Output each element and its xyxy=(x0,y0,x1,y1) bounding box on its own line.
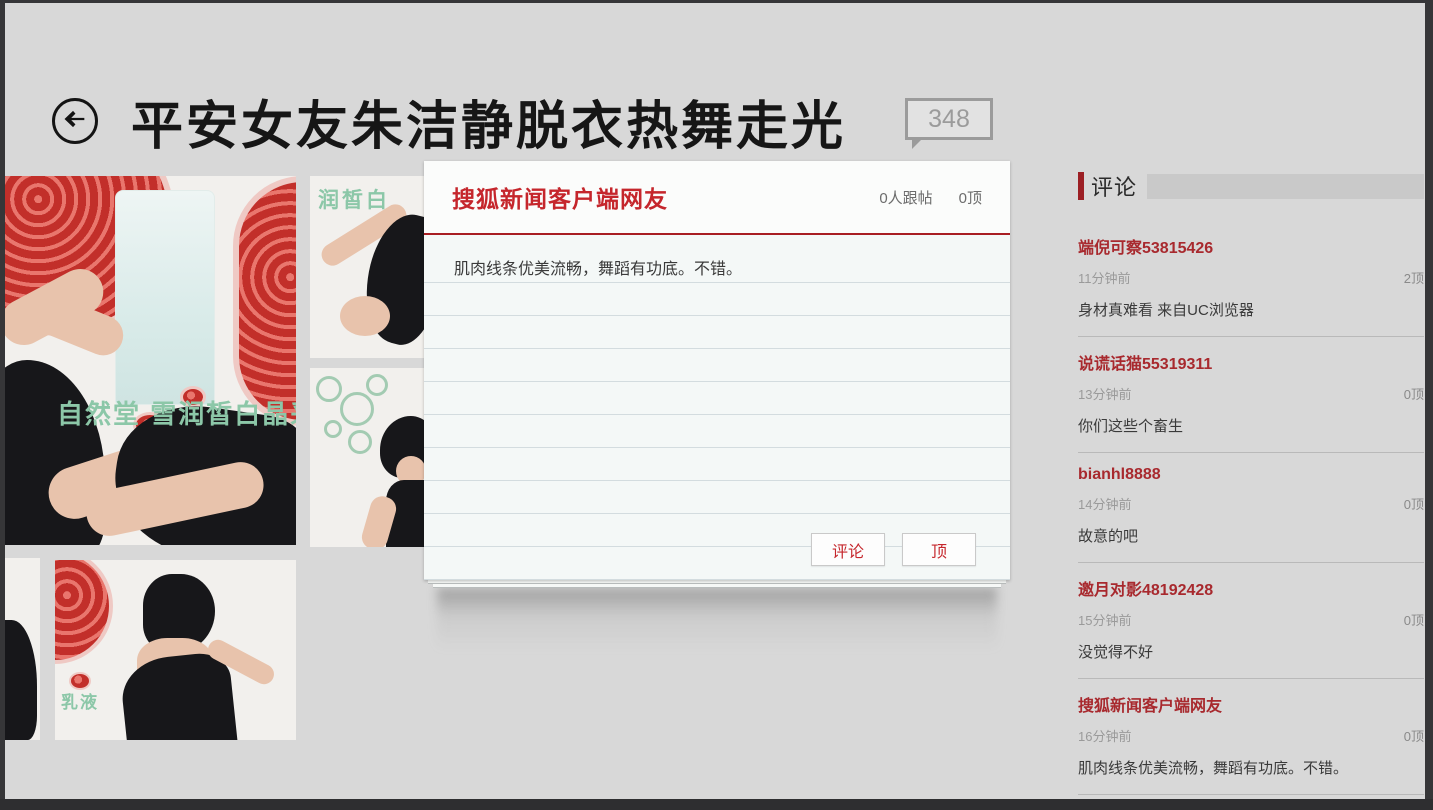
comment-username: bianhl8888 xyxy=(1078,466,1161,483)
comment-divider xyxy=(1078,562,1424,563)
comment-time: 11分钟前 xyxy=(1078,271,1131,286)
comment-content: 你们这些个畜生 xyxy=(1078,418,1184,435)
comment-username: 说谎话猫55319311 xyxy=(1078,356,1213,373)
bubble-ring-graphic xyxy=(340,392,374,426)
followers-count: 0人跟帖 xyxy=(879,189,933,207)
dialog-actions: 评论 顶 xyxy=(811,533,976,566)
dialog-stats: 0人跟帖 0顶 xyxy=(879,187,982,208)
comment-username: 邀月对影48192428 xyxy=(1078,582,1214,599)
comment-tops: 0顶 xyxy=(1403,729,1424,744)
screen-edge-top xyxy=(0,0,1433,3)
comment-divider xyxy=(1078,452,1424,453)
comments-header: 评论 xyxy=(1078,172,1424,200)
comment-item[interactable]: bianhl8888 14分钟前 0顶 故意的吧 xyxy=(1078,466,1424,563)
pomegranate-graphic xyxy=(233,176,296,426)
gallery-photo-4[interactable]: 乳液 xyxy=(55,560,296,740)
model-shoulder-graphic xyxy=(340,296,390,336)
screen-edge-left xyxy=(0,0,5,810)
comment-time: 15分钟前 xyxy=(1078,613,1132,628)
comment-username: 端倪可察53815426 xyxy=(1078,240,1214,257)
comment-content: 肌肉线条优美流畅，舞蹈有功底。不错。 xyxy=(1078,760,1349,777)
comment-item[interactable]: 说谎话猫55319311 13分钟前 0顶 你们这些个畜生 xyxy=(1078,350,1424,453)
comment-tops: 2顶 xyxy=(1403,271,1424,286)
gallery-photo-2[interactable]: 润皙白 xyxy=(310,176,437,358)
comment-content: 没觉得不好 xyxy=(1078,644,1154,661)
comment-count-badge[interactable]: 348 xyxy=(905,98,993,149)
comments-sidebar: 评论 端倪可察53815426 11分钟前 2顶 身材真难看 来自UC浏览器 说… xyxy=(1078,172,1424,810)
model-dress-graphic xyxy=(5,620,37,740)
dialog-header: 搜狐新闻客户端网友 0人跟帖 0顶 xyxy=(424,161,1010,233)
comment-count: 348 xyxy=(928,104,970,133)
tops-count: 0顶 xyxy=(958,189,982,207)
comment-content: 故意的吧 xyxy=(1078,528,1139,545)
comment-item[interactable]: 端倪可察53815426 11分钟前 2顶 身材真难看 来自UC浏览器 xyxy=(1078,234,1424,337)
comment-time: 13分钟前 xyxy=(1078,387,1132,402)
gallery-photo-1[interactable]: 自然堂 雪润皙白晶采乳 xyxy=(5,176,296,545)
top-button[interactable]: 顶 xyxy=(902,533,976,566)
comment-meta: 15分钟前 0顶 xyxy=(1078,610,1424,629)
comment-divider xyxy=(1078,336,1424,337)
bubble-ring-graphic xyxy=(324,420,342,438)
comment-content: 身材真难看 来自UC浏览器 xyxy=(1078,302,1254,319)
paper-stack-edge xyxy=(433,584,1001,588)
dialog-title: 搜狐新闻客户端网友 xyxy=(452,186,668,212)
comment-meta: 11分钟前 2顶 xyxy=(1078,268,1424,287)
comment-tops: 0顶 xyxy=(1403,497,1424,512)
cosmetic-bottle-graphic xyxy=(115,190,215,405)
screen-edge-bottom xyxy=(0,799,1433,810)
comment-tops: 0顶 xyxy=(1403,387,1424,402)
comment-text: 肌肉线条优美流畅，舞蹈有功底。不错。 xyxy=(454,261,743,278)
red-bar xyxy=(1078,172,1084,200)
comment-divider xyxy=(1078,678,1424,679)
comment-divider xyxy=(1078,794,1424,795)
comment-time: 16分钟前 xyxy=(1078,729,1132,744)
comments-list: 端倪可察53815426 11分钟前 2顶 身材真难看 来自UC浏览器 说谎话猫… xyxy=(1078,234,1424,810)
screen-edge-right xyxy=(1425,0,1433,810)
bubble-ring-graphic xyxy=(316,376,342,402)
comment-detail-dialog: 搜狐新闻客户端网友 0人跟帖 0顶 肌肉线条优美流畅，舞蹈有功底。不错。 评论 … xyxy=(424,161,1010,580)
bubble-ring-graphic xyxy=(366,374,388,396)
photo1-caption: 自然堂 雪润皙白晶采乳 xyxy=(57,399,296,429)
comments-title: 评论 xyxy=(1091,175,1138,200)
comment-tops: 0顶 xyxy=(1403,613,1424,628)
comment-meta: 13分钟前 0顶 xyxy=(1078,384,1424,403)
bubble-ring-graphic xyxy=(348,430,372,454)
photo2-caption: 润皙白 xyxy=(318,189,390,212)
comment-meta: 16分钟前 0顶 xyxy=(1078,726,1424,745)
pomegranate-graphic xyxy=(55,560,113,664)
comment-meta: 14分钟前 0顶 xyxy=(1078,494,1424,513)
comment-item[interactable]: 搜狐新闻客户端网友 16分钟前 0顶 肌肉线条优美流畅，舞蹈有功底。不错。 xyxy=(1078,692,1424,795)
comment-button[interactable]: 评论 xyxy=(811,533,885,566)
dialog-shadow xyxy=(437,588,997,650)
comment-username: 搜狐新闻客户端网友 xyxy=(1078,698,1223,715)
photo4-caption: 乳液 xyxy=(61,693,99,712)
gallery-photo-3[interactable] xyxy=(310,368,437,547)
photo-gallery: 自然堂 雪润皙白晶采乳 润皙白 乳液 xyxy=(0,0,470,810)
comment-time: 14分钟前 xyxy=(1078,497,1132,512)
header-band xyxy=(1147,173,1424,199)
comment-item[interactable]: 邀月对影48192428 15分钟前 0顶 没觉得不好 xyxy=(1078,576,1424,679)
gallery-photo-partial[interactable] xyxy=(5,558,40,740)
dialog-body: 肌肉线条优美流畅，舞蹈有功底。不错。 评论 顶 xyxy=(424,235,1010,580)
